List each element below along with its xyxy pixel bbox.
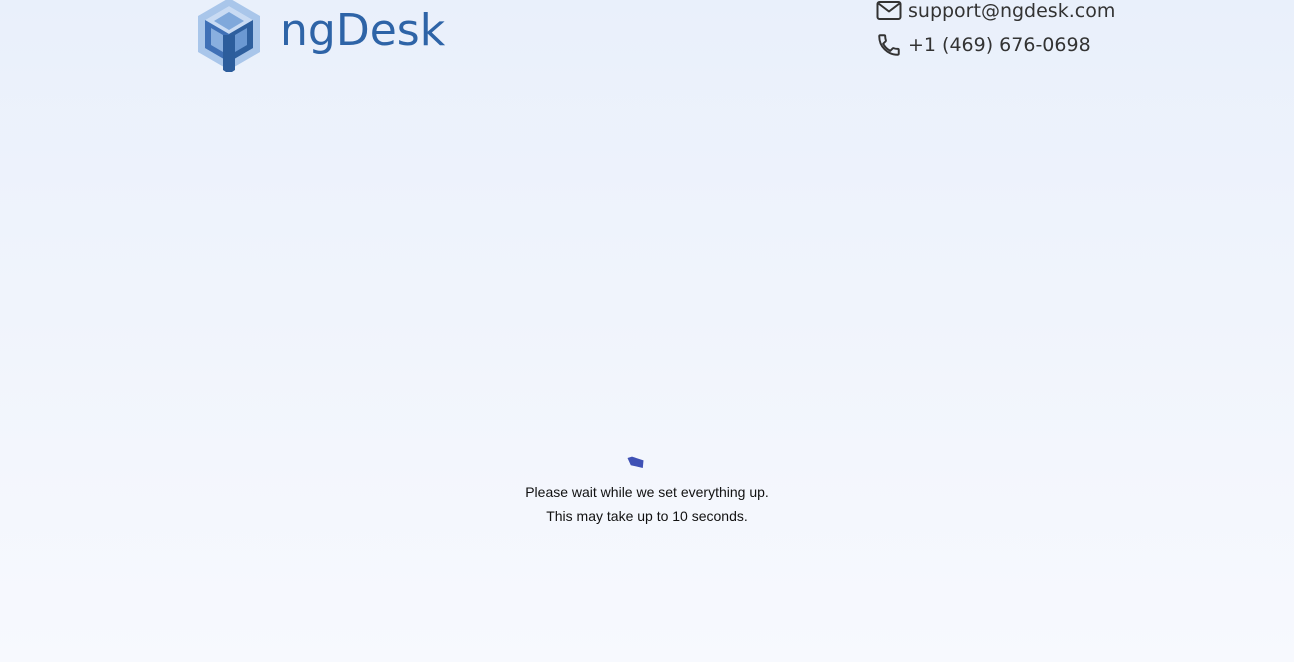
phone-contact[interactable]: +1 (469) 676-0698 [875,30,1135,60]
phone-number[interactable]: +1 (469) 676-0698 [908,34,1091,56]
mail-icon [875,0,903,25]
contact-info: support@ngdesk.com +1 (469) 676-0698 [875,0,1135,64]
email-contact[interactable]: support@ngdesk.com [875,0,1135,26]
loading-message-line1: Please wait while we set everything up. [525,484,769,500]
email-address[interactable]: support@ngdesk.com [908,0,1115,22]
logo-text: ngDesk [280,5,446,56]
cube-logo-icon [198,0,260,72]
spinner-icon [627,456,644,468]
loading-message-line2: This may take up to 10 seconds. [546,508,748,524]
logo-link[interactable]: ngDesk [194,0,445,72]
phone-icon [875,31,903,59]
